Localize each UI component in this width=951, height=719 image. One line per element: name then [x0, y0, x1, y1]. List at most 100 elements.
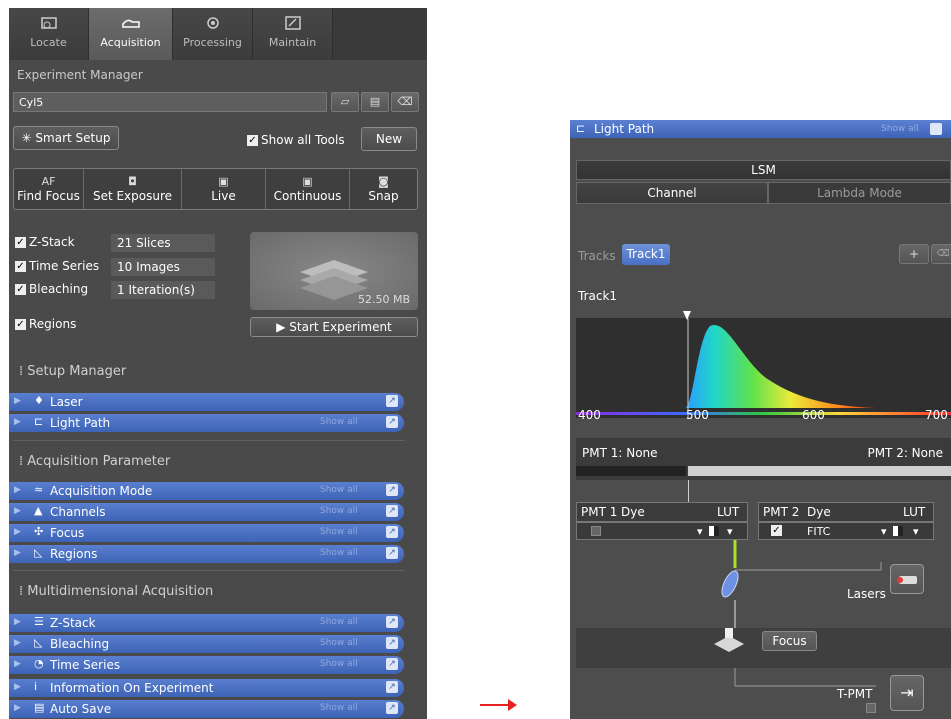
pmt1-range[interactable] — [576, 466, 686, 476]
pmt1-enable-checkbox[interactable] — [591, 526, 601, 536]
tool-label: Focus — [50, 526, 85, 540]
column-header: Dye — [621, 505, 645, 519]
zstack-checkbox[interactable]: ✓ Z-Stack — [15, 235, 75, 249]
show-all-toggle[interactable]: Show all — [881, 124, 919, 134]
tab-lambda-mode[interactable]: Lambda Mode — [768, 182, 951, 204]
smart-setup-button[interactable]: ✳ Smart Setup — [13, 126, 119, 150]
expand-icon: ▶ — [14, 659, 21, 669]
show-all-toggle[interactable]: Show all — [320, 548, 358, 558]
autofocus-icon: AF — [41, 175, 56, 188]
tpmt-button[interactable]: ⇥ — [890, 675, 924, 711]
delete-track-button[interactable]: ⌫ — [931, 244, 951, 264]
beam-splitter-icon[interactable] — [720, 564, 740, 604]
tab-acquisition[interactable]: Acquisition — [89, 8, 173, 60]
undock-icon[interactable]: ↗ — [386, 702, 398, 714]
tool-focus[interactable]: ▶ ✣ Focus Show all ↗ — [9, 524, 404, 542]
undock-icon[interactable]: ↗ — [386, 616, 398, 628]
undock-icon[interactable]: ↗ — [386, 547, 398, 559]
tool-zstack[interactable]: ▶ ☰ Z-Stack Show all ↗ — [9, 614, 404, 632]
show-all-toggle[interactable]: Show all — [320, 638, 358, 648]
tpmt-checkbox[interactable] — [866, 703, 876, 713]
undock-icon[interactable]: ↗ — [386, 484, 398, 496]
tool-channels[interactable]: ▶ ▲ Channels Show all ↗ — [9, 503, 404, 521]
regions-checkbox[interactable]: ✓ Regions — [15, 317, 76, 331]
tool-regions[interactable]: ▶ ◺ Regions Show all ↗ — [9, 545, 404, 563]
save-experiment-button[interactable]: ▤ — [361, 92, 389, 112]
tool-label: Laser — [50, 395, 83, 409]
tool-label: Snap — [368, 189, 399, 203]
tool-light-path[interactable]: ▶ ⊏ Light Path Show all ↗ — [9, 414, 404, 432]
spectrum-plot — [576, 318, 951, 418]
lut-swatch-icon[interactable] — [893, 526, 903, 536]
pmt2-enable-checkbox[interactable]: ✓ — [771, 525, 782, 536]
undock-icon[interactable]: ↗ — [386, 395, 398, 407]
add-track-button[interactable]: + — [899, 244, 929, 264]
tab-label: Locate — [30, 36, 67, 49]
setup-manager-header[interactable]: ⁞ Setup Manager — [19, 364, 126, 379]
expand-icon: ▶ — [14, 485, 21, 495]
acquisition-parameter-header[interactable]: ⁞ Acquisition Parameter — [19, 454, 170, 469]
play-icon: ▶ — [276, 320, 286, 334]
lut-swatch-icon[interactable] — [709, 526, 719, 536]
lasers-button[interactable] — [890, 564, 924, 594]
show-all-toggle[interactable]: Show all — [320, 485, 358, 495]
pmt2-range[interactable] — [688, 466, 951, 476]
undock-icon[interactable]: ↗ — [386, 505, 398, 517]
pmt2-dye-row: ✓ FITC ▾ ▾ — [758, 522, 934, 540]
tool-laser[interactable]: ▶ ♦ Laser ↗ — [9, 393, 404, 411]
tool-time-series[interactable]: ▶ ◔ Time Series Show all ↗ — [9, 656, 404, 674]
laser-line-marker-icon[interactable] — [682, 310, 692, 322]
continuous-button[interactable]: ▣ Continuous — [266, 169, 350, 209]
tab-channel-mode[interactable]: Channel — [576, 182, 768, 204]
dye-dropdown-icon[interactable]: ▾ — [881, 525, 887, 538]
set-exposure-button[interactable]: ◘ Set Exposure — [84, 169, 182, 209]
multidimensional-acquisition-header[interactable]: ⁞ Multidimensional Acquisition — [19, 584, 213, 599]
light-path-title-bar[interactable]: ⊏ Light Path Show all — [570, 120, 951, 138]
open-experiment-button[interactable]: ▱ — [331, 92, 359, 112]
tool-information-on-experiment[interactable]: ▶ i Information On Experiment ↗ — [9, 679, 404, 697]
find-focus-button[interactable]: AF Find Focus — [14, 169, 84, 209]
new-experiment-button[interactable]: New — [361, 127, 417, 151]
tab-processing[interactable]: Processing — [173, 8, 253, 60]
undock-icon[interactable]: ↗ — [386, 526, 398, 538]
show-all-tools-checkbox[interactable]: ✓ Show all Tools — [247, 133, 345, 147]
objective-icon[interactable] — [712, 628, 746, 654]
lut-dropdown-icon[interactable]: ▾ — [913, 525, 919, 538]
undock-icon[interactable]: ↗ — [386, 658, 398, 670]
dye-dropdown-icon[interactable]: ▾ — [697, 525, 703, 538]
trash-icon: ⌫ — [936, 249, 950, 259]
show-all-toggle[interactable]: Show all — [320, 703, 358, 713]
snap-button[interactable]: ◙ Snap — [350, 169, 417, 209]
bleaching-checkbox[interactable]: ✓ Bleaching — [15, 282, 88, 296]
live-button[interactable]: ▣ Live — [182, 169, 266, 209]
track1-button[interactable]: Track1 — [622, 244, 670, 265]
undock-icon[interactable]: ↗ — [386, 416, 398, 428]
focus-button[interactable]: Focus — [762, 631, 817, 651]
undock-icon[interactable]: ↗ — [386, 637, 398, 649]
tab-maintain[interactable]: Maintain — [253, 8, 333, 60]
delete-experiment-button[interactable]: ⌫ — [391, 92, 419, 112]
tool-label: Z-Stack — [50, 616, 96, 630]
tool-label: Find Focus — [17, 189, 80, 203]
show-all-toggle[interactable]: Show all — [320, 417, 358, 427]
lut-dropdown-icon[interactable]: ▾ — [727, 525, 733, 538]
tool-auto-save[interactable]: ▶ ▤ Auto Save Show all ↗ — [9, 700, 404, 718]
show-all-toggle[interactable]: Show all — [320, 506, 358, 516]
time-series-checkbox[interactable]: ✓ Time Series — [15, 259, 99, 273]
tool-label: Information On Experiment — [50, 681, 214, 695]
checkbox-checked-icon: ✓ — [15, 237, 26, 248]
light-path-icon: ⊏ — [576, 122, 586, 135]
focus-icon: ✣ — [34, 525, 44, 538]
undock-icon[interactable]: ↗ — [386, 681, 398, 693]
tab-locate[interactable]: Locate — [9, 8, 89, 60]
start-experiment-button[interactable]: ▶ Start Experiment — [250, 317, 418, 337]
show-all-toggle[interactable]: Show all — [320, 527, 358, 537]
tool-acquisition-mode[interactable]: ▶ ≈ Acquisition Mode Show all ↗ — [9, 482, 404, 500]
experiment-name-field[interactable]: Cyl5 — [13, 92, 327, 112]
bleaching-value: 1 Iteration(s) — [111, 281, 215, 299]
show-all-toggle[interactable]: Show all — [320, 617, 358, 627]
tool-bleaching[interactable]: ▶ ◺ Bleaching Show all ↗ — [9, 635, 404, 653]
show-all-toggle[interactable]: Show all — [320, 659, 358, 669]
undock-icon[interactable] — [930, 123, 942, 135]
dye-value[interactable]: FITC — [807, 525, 830, 538]
